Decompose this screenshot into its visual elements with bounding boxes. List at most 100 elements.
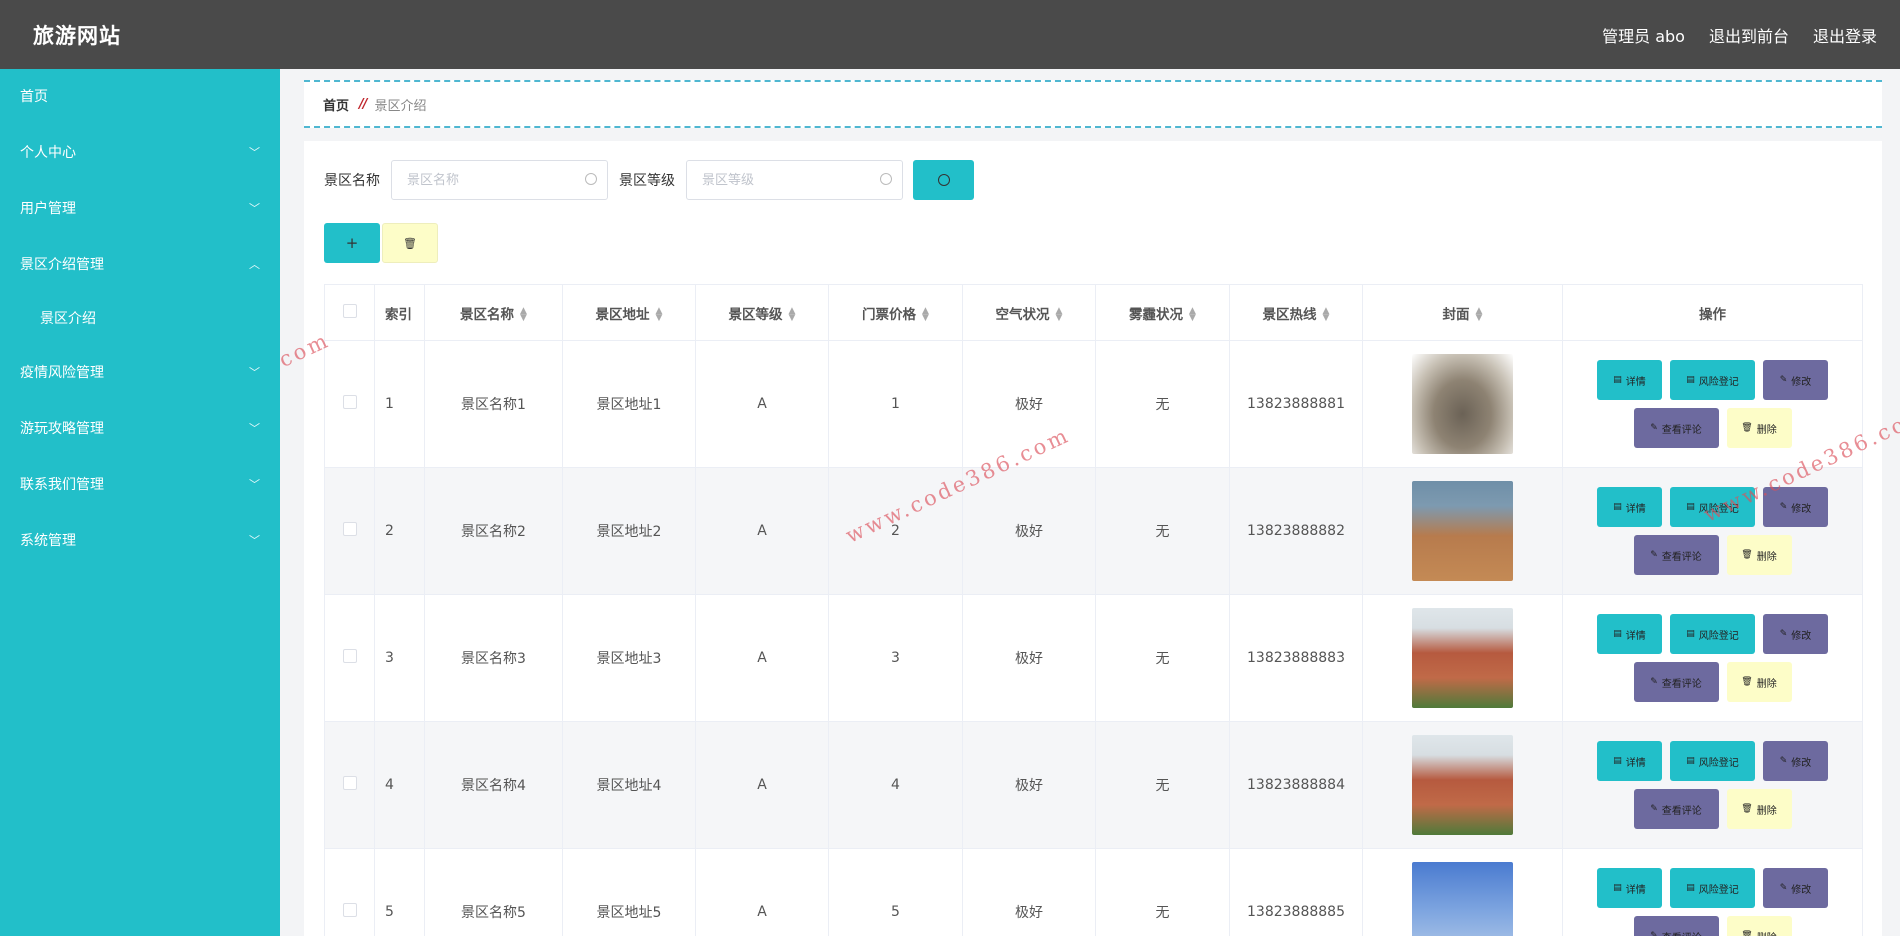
chevron-down-icon: ﹀ (249, 534, 260, 547)
select-all-cell (324, 284, 375, 341)
risk-register-label: 风险登记 (1698, 503, 1739, 515)
sidebar-item-label: 疫情风险管理 (20, 365, 104, 381)
sort-icon[interactable]: ▲ ▼ (789, 306, 796, 322)
search-bar: 景区名称 景区等级 (324, 160, 974, 200)
delete-button[interactable]: 🗑删除 (1726, 535, 1792, 575)
sidebar-item[interactable]: 景区介绍管理 ︿ (0, 237, 280, 293)
column-header-label: 雾霾状况 (1129, 306, 1184, 323)
edit-button[interactable]: ✎ 修改 (1763, 614, 1828, 654)
view-comments-button[interactable]: ✎查看评论 (1633, 535, 1719, 575)
cell-level: A (695, 467, 829, 595)
delete-button[interactable]: 🗑删除 (1726, 789, 1792, 829)
risk-register-button[interactable]: ▤ 风险登记 (1670, 360, 1755, 400)
level-search-field[interactable] (686, 160, 903, 200)
level-search-input[interactable] (687, 161, 902, 199)
view-comments-button[interactable]: ✎查看评论 (1633, 662, 1719, 702)
edit-icon: ✎ (1650, 423, 1658, 433)
sidebar-item-label: 用户管理 (20, 201, 76, 217)
sidebar-item[interactable]: 个人中心 ﹀ (0, 125, 280, 181)
cell-cover (1362, 467, 1563, 595)
sort-icon[interactable]: ▲ ▼ (1323, 306, 1330, 322)
detail-button[interactable]: ▤ 详情 (1597, 487, 1662, 527)
row-select-cell (324, 721, 375, 849)
logout-link[interactable]: 退出登录 (1813, 23, 1877, 47)
sort-icon[interactable]: ▲ ▼ (1476, 306, 1483, 322)
detail-button[interactable]: ▤ 详情 (1597, 614, 1662, 654)
edit-label: 修改 (1791, 884, 1812, 896)
cell-hotline: 13823888884 (1229, 721, 1363, 849)
sidebar-item[interactable]: 首页 (0, 69, 280, 125)
delete-button[interactable]: 🗑删除 (1726, 408, 1792, 448)
column-header-haze[interactable]: 雾霾状况 ▲ ▼ (1095, 284, 1230, 341)
edit-label: 修改 (1791, 757, 1812, 769)
row-checkbox[interactable] (342, 522, 357, 536)
detail-button[interactable]: ▤ 详情 (1597, 360, 1662, 400)
sort-icon[interactable]: ▲ ▼ (656, 306, 663, 322)
row-select-cell (324, 848, 375, 936)
cell-haze: 无 (1095, 721, 1230, 849)
row-checkbox[interactable] (342, 776, 357, 790)
admin-user-label[interactable]: 管理员 abo (1602, 23, 1685, 47)
breadcrumb-home[interactable]: 首页 (323, 95, 349, 114)
sidebar-item[interactable]: 游玩攻略管理 ﹀ (0, 401, 280, 457)
cover-image[interactable] (1412, 862, 1513, 936)
edit-icon: ✎ (1779, 883, 1788, 893)
delete-button[interactable]: 🗑删除 (1726, 916, 1792, 936)
risk-register-button[interactable]: ▤ 风险登记 (1670, 487, 1755, 527)
cover-image[interactable] (1412, 735, 1513, 835)
column-header-cover[interactable]: 封面 ▲ ▼ (1362, 284, 1563, 341)
risk-register-button[interactable]: ▤ 风险登记 (1670, 868, 1755, 908)
column-header-air[interactable]: 空气状况 ▲ ▼ (962, 284, 1096, 341)
edit-button[interactable]: ✎ 修改 (1763, 360, 1828, 400)
add-button[interactable]: + (324, 223, 380, 263)
view-comments-button[interactable]: ✎查看评论 (1633, 408, 1719, 448)
risk-register-button[interactable]: ▤ 风险登记 (1670, 614, 1755, 654)
risk-register-button[interactable]: ▤ 风险登记 (1670, 741, 1755, 781)
cell-actions: ▤详情▤风险登记✎修改 ✎查看评论🗑删除 (1562, 594, 1863, 722)
cell-actions: ▤详情▤风险登记✎修改 ✎查看评论🗑删除 (1562, 467, 1863, 595)
detail-button[interactable]: ▤ 详情 (1597, 741, 1662, 781)
name-search-input[interactable] (392, 161, 607, 199)
sidebar-item[interactable]: 疫情风险管理 ﹀ (0, 345, 280, 401)
detail-button[interactable]: ▤ 详情 (1597, 868, 1662, 908)
cell-index: 2 (374, 467, 425, 595)
sort-icon[interactable]: ▲ ▼ (1189, 306, 1196, 322)
sort-icon[interactable]: ▲ ▼ (922, 306, 929, 322)
cell-level: A (695, 721, 829, 849)
cover-image[interactable] (1412, 481, 1513, 581)
row-checkbox[interactable] (342, 903, 357, 917)
name-search-field[interactable] (391, 160, 608, 200)
delete-button[interactable]: 🗑删除 (1726, 662, 1792, 702)
search-icon (880, 173, 892, 185)
sort-icon[interactable]: ▲ ▼ (520, 306, 527, 322)
column-header-hotline[interactable]: 景区热线 ▲ ▼ (1229, 284, 1363, 341)
column-header-level[interactable]: 景区等级 ▲ ▼ (695, 284, 829, 341)
cell-haze: 无 (1095, 848, 1230, 936)
row-checkbox[interactable] (342, 395, 357, 409)
main-content: 首页 // 景区介绍 景区名称 景区等级 + 🗑 (280, 69, 1900, 936)
sidebar-item[interactable]: 用户管理 ﹀ (0, 181, 280, 237)
column-header-address[interactable]: 景区地址 ▲ ▼ (562, 284, 696, 341)
column-header-name[interactable]: 景区名称 ▲ ▼ (424, 284, 563, 341)
cover-image[interactable] (1412, 354, 1513, 454)
table-row: 5景区名称5景区地址5A5极好无13823888885▤详情▤风险登记✎修改✎查… (324, 848, 1863, 936)
column-header-label: 景区地址 (595, 306, 650, 323)
cover-image[interactable] (1412, 608, 1513, 708)
sort-icon[interactable]: ▲ ▼ (1056, 306, 1063, 322)
risk-register-label: 风险登记 (1698, 630, 1739, 642)
sidebar-item[interactable]: 景区介绍 (0, 293, 280, 345)
edit-button[interactable]: ✎ 修改 (1763, 487, 1828, 527)
row-checkbox[interactable] (342, 649, 357, 663)
view-comments-button[interactable]: ✎查看评论 (1633, 916, 1719, 936)
search-button[interactable] (913, 160, 974, 200)
batch-delete-button[interactable]: 🗑 (382, 223, 438, 263)
select-all-checkbox[interactable] (342, 303, 357, 318)
column-header-price[interactable]: 门票价格 ▲ ▼ (828, 284, 963, 341)
edit-button[interactable]: ✎ 修改 (1763, 868, 1828, 908)
exit-to-front-link[interactable]: 退出到前台 (1709, 23, 1789, 47)
sidebar-item[interactable]: 系统管理 ﹀ (0, 513, 280, 569)
sidebar-item[interactable]: 联系我们管理 ﹀ (0, 457, 280, 513)
edit-button[interactable]: ✎ 修改 (1763, 741, 1828, 781)
view-comments-button[interactable]: ✎查看评论 (1633, 789, 1719, 829)
cell-hotline: 13823888882 (1229, 467, 1363, 595)
